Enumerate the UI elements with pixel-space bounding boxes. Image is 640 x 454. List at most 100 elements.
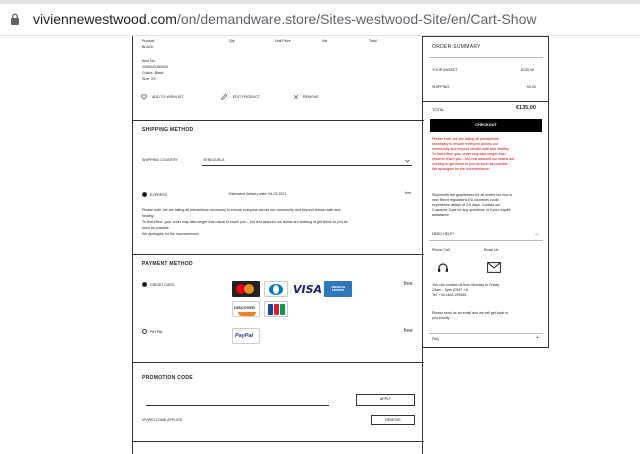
shipping-notice-line: healthy. [142, 214, 155, 218]
notice-line: usual to reach you – but rest assured ou… [432, 157, 515, 161]
promo-code-input[interactable] [146, 398, 329, 406]
need-help-label: NEED HELP? [432, 232, 455, 236]
contact-line: Tel: +44 1844 259481 [432, 293, 467, 297]
brexit-line: assistance. [432, 213, 450, 217]
express-price: free [405, 191, 412, 195]
heart-icon [141, 94, 147, 100]
product-size: Size: XS [142, 77, 156, 81]
total-value: €135,00 [516, 105, 536, 111]
shipping-country-value: VENEZUELA [203, 158, 225, 162]
promotion-code-title: PROMOTION CODE [142, 375, 193, 381]
order-summary-title: ORDER SUMMARY [432, 44, 481, 50]
basket-value: €135,00 [521, 68, 534, 72]
remove-promo-button[interactable]: REMOVE [371, 415, 415, 425]
credit-card-price: free [404, 281, 413, 287]
faq-toggle[interactable]: FAQ + [429, 335, 543, 344]
shipping-notice-line: soon as possible. [142, 226, 170, 230]
amex-logo: AMERICAN EXPRESS [324, 281, 352, 297]
basket-label: YOUR BASKET [432, 68, 458, 72]
paypal-radio[interactable] [142, 329, 147, 334]
mastercard-logo [232, 281, 260, 297]
email-note-line: you shortly. [432, 316, 451, 320]
minus-icon: — [535, 232, 539, 236]
chevron-down-icon [405, 159, 410, 163]
visa-text: VISA [293, 283, 323, 296]
item-no-value: 2305043182003 [142, 65, 168, 69]
diners-logo [264, 281, 288, 297]
email-note-line: Please send us an email and we will get … [432, 311, 509, 315]
checkout-button[interactable]: CHECKOUT [430, 119, 542, 132]
notice-line: We apologise for the inconvenience. [432, 167, 490, 171]
need-help-toggle[interactable]: NEED HELP? — [429, 230, 543, 239]
payment-method-title: PAYMENT METHOD [142, 261, 193, 267]
notice-line: working to get these to you as soon as p… [432, 162, 509, 166]
contact-line: 10am – 6pm (GMT +1) [432, 288, 469, 292]
credit-card-radio[interactable] [142, 282, 147, 287]
product-colour: Colour: Black [142, 71, 164, 75]
col-unit-price: Unit Price [275, 39, 291, 43]
shipping-country-select[interactable]: VENEZUELA [202, 155, 412, 166]
close-icon [293, 94, 299, 100]
discover-text: DISCOVER [234, 305, 255, 310]
col-product: Product [142, 39, 155, 43]
col-total: Total [369, 39, 377, 43]
express-radio[interactable] [142, 192, 147, 197]
divider [429, 240, 543, 241]
phone-call-label: Phone Call [432, 248, 450, 252]
delivery-estimate: Estimated delivery date: 04.03.2021 [229, 192, 287, 196]
shipping-notice-line: We apologise for the inconvenience. [142, 232, 200, 236]
pencil-icon [221, 94, 227, 100]
brexit-line: new Brexit regulations EU countries coul… [432, 198, 499, 202]
email-us-label: Email Us [484, 248, 499, 252]
divider [423, 101, 549, 102]
paypal-price: free [404, 328, 413, 334]
col-vat: Vat [322, 39, 328, 43]
envelope-icon[interactable] [487, 262, 501, 273]
paypal-logo-text: PayPal [235, 333, 254, 339]
credit-card-label: CREDIT CARD [150, 283, 175, 287]
brexit-line: experience delays of 2-5 days. Contact o… [432, 203, 501, 207]
product-color-name: BLACK [142, 45, 154, 49]
item-no-label: Item No. [142, 59, 156, 63]
divider [133, 441, 424, 442]
wishlist-label: ADD TO WISHLIST [152, 95, 184, 99]
cart-main-column: Product Qty Unit Price Vat Total BLACK I… [132, 36, 424, 454]
notice-line: necessary to ensure everyone across our [432, 142, 498, 146]
headset-icon[interactable] [437, 262, 449, 274]
shipping-value: €0,00 [527, 85, 536, 89]
browser-address-bar[interactable]: viviennewestwood.com/on/demandware.store… [0, 0, 640, 36]
shipping-country-label: SHIPPING COUNTRY [142, 158, 178, 162]
order-summary-panel: ORDER SUMMARY YOUR BASKET €135,00 SHIPPI… [423, 36, 549, 348]
brexit-line: Customer Care for any questions or if yo… [432, 208, 511, 212]
divider [429, 57, 543, 58]
divider [429, 333, 543, 334]
paypal-logo: PayPal [232, 328, 260, 344]
jcb-logo [264, 301, 288, 317]
shipping-notice-line: Please note, we are taking all precautio… [142, 208, 341, 212]
apply-button[interactable]: APPLY [356, 394, 415, 406]
edit-label: EDIT PRODUCT [233, 95, 260, 99]
notice-line: To that effect, your order may take long… [432, 152, 506, 156]
paypal-label: PAYPAL [150, 330, 164, 334]
visa-logo: VISA [292, 281, 322, 297]
url-text[interactable]: viviennewestwood.com/on/demandware.store… [33, 11, 536, 27]
notice-line: Please note, we are taking all precautio… [432, 137, 499, 141]
shipping-method-title: SHIPPING METHOD [142, 127, 194, 133]
divider [133, 120, 424, 121]
applied-code-label: VIVWELCOME APPLIED [142, 418, 183, 422]
total-label: TOTAL [432, 107, 445, 112]
faq-label: FAQ [432, 337, 440, 341]
discover-logo: DISCOVER [232, 301, 260, 317]
divider [133, 362, 424, 363]
col-qty: Qty [229, 39, 235, 43]
express-label: EXPRESS [150, 193, 167, 197]
notice-line: community and beyond remain safe and hea… [432, 147, 510, 151]
shipping-label: SHIPPING [432, 85, 450, 89]
amex-text: AMERICAN EXPRESS [331, 286, 345, 292]
divider [133, 254, 424, 255]
brexit-line: Shipments are guaranteed for all orders … [432, 193, 513, 197]
shipping-notice-line: To that effect, your order may take long… [142, 220, 348, 224]
tab-strip [0, 0, 640, 4]
plus-icon: + [536, 335, 539, 341]
lock-icon [11, 13, 19, 25]
